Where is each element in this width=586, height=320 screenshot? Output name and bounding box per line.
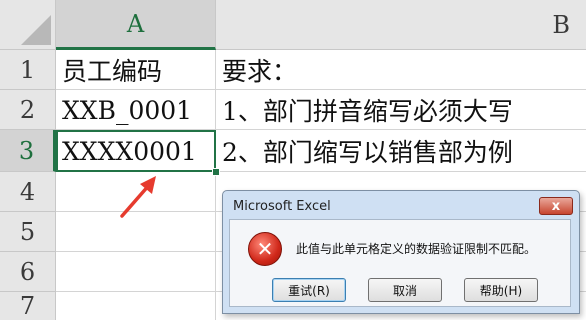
cell-b1[interactable]: 要求： — [216, 50, 586, 90]
cell-b3[interactable]: 2、部门缩写以销售部为例 — [216, 130, 586, 172]
row-header-3[interactable]: 3 — [0, 130, 56, 172]
column-header-b[interactable]: B — [216, 0, 586, 50]
cell-b2[interactable]: 1、部门拼音缩写必须大写 — [216, 90, 586, 130]
column-header-a[interactable]: A — [56, 0, 216, 50]
active-cell-border — [56, 130, 216, 172]
select-all-corner[interactable] — [0, 0, 56, 50]
red-arrow-icon — [120, 176, 156, 218]
validation-error-dialog: Microsoft Excel x ✕ 此值与此单元格定义的数据验证限制不匹配。… — [222, 190, 580, 314]
row-header-7[interactable]: 7 — [0, 292, 56, 320]
row-header-1[interactable]: 1 — [0, 50, 56, 90]
fill-handle[interactable] — [212, 168, 220, 176]
error-icon: ✕ — [248, 232, 282, 266]
close-button[interactable]: x — [539, 197, 573, 215]
row-header-4[interactable]: 4 — [0, 172, 56, 212]
row-header-2[interactable]: 2 — [0, 90, 56, 130]
retry-button[interactable]: 重试(R) — [272, 278, 346, 302]
row-header-6[interactable]: 6 — [0, 252, 56, 292]
error-icon-glyph: ✕ — [256, 237, 274, 261]
help-button[interactable]: 帮助(H) — [464, 278, 538, 302]
dialog-message: 此值与此单元格定义的数据验证限制不匹配。 — [296, 242, 537, 256]
close-icon: x — [551, 198, 561, 214]
cell-a2[interactable]: XXB_0001 — [56, 90, 216, 130]
cell-a1[interactable]: 员工编码 — [56, 50, 216, 90]
dialog-body: ✕ 此值与此单元格定义的数据验证限制不匹配。 重试(R) 取消 帮助(H) — [229, 219, 571, 307]
row-header-5[interactable]: 5 — [0, 212, 56, 252]
select-all-triangle-icon — [21, 15, 51, 45]
cancel-button[interactable]: 取消 — [368, 278, 442, 302]
dialog-title: Microsoft Excel — [233, 199, 331, 214]
